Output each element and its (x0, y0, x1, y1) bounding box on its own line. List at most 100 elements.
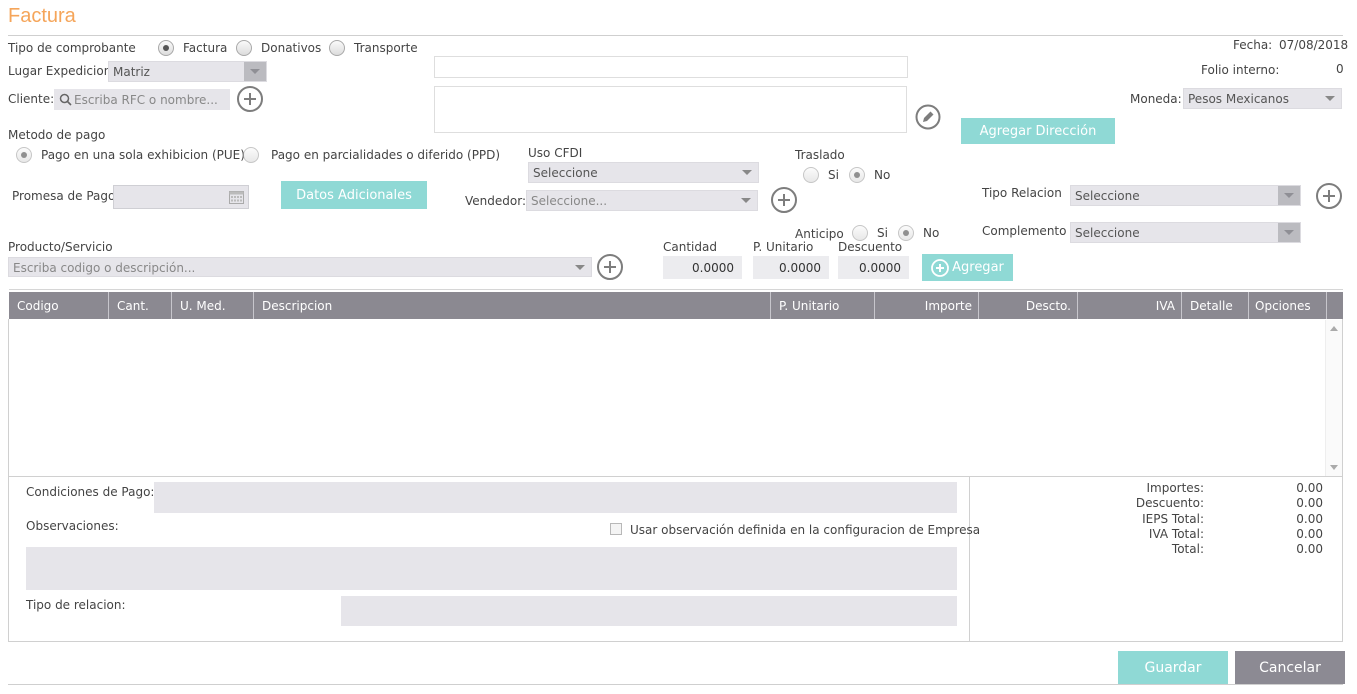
tipo-de-relacion-label: Tipo de relacion: (26, 598, 126, 612)
promesa-pago-date-input[interactable] (113, 185, 249, 209)
tipo-comprobante-label: Tipo de comprobante (8, 41, 136, 55)
vendedor-select[interactable]: Seleccione... (526, 190, 758, 211)
col-descripcion[interactable]: Descripcion (254, 292, 771, 319)
add-tipo-relacion-button[interactable] (1316, 183, 1342, 209)
cancelar-button[interactable]: Cancelar (1235, 651, 1345, 684)
usar-observacion-checkbox[interactable] (610, 523, 622, 535)
vendedor-value: Seleccione... (531, 194, 608, 208)
agregar-direccion-button[interactable]: Agregar Dirección (961, 118, 1115, 144)
folio-label: Folio interno: (1201, 63, 1280, 77)
cliente-name-field[interactable] (434, 56, 908, 78)
total-label: Total: (1171, 542, 1204, 556)
chevron-down-icon (569, 258, 591, 276)
traslado-label: Traslado (795, 148, 845, 162)
col-cant[interactable]: Cant. (109, 292, 172, 319)
tipo-relacion-value: Seleccione (1075, 189, 1140, 203)
col-detalle[interactable]: Detalle (1182, 292, 1249, 319)
col-codigo[interactable]: Codigo (9, 292, 109, 319)
edit-icon[interactable] (915, 104, 941, 130)
radio-pue[interactable] (16, 147, 32, 163)
radio-transporte[interactable] (329, 40, 345, 56)
p-unitario-input[interactable]: 0.0000 (753, 256, 829, 279)
radio-donativos-label: Donativos (261, 41, 322, 55)
radio-transporte-label: Transporte (354, 41, 418, 55)
radio-ppd[interactable] (243, 147, 259, 163)
chevron-down-icon (1278, 186, 1300, 205)
folio-value: 0 (1336, 62, 1344, 76)
descuento-label: Descuento (838, 240, 903, 254)
cliente-address-field[interactable] (434, 86, 907, 133)
chevron-down-icon (244, 62, 266, 81)
descuento-total-value: 0.00 (1296, 496, 1323, 510)
moneda-label: Moneda: (1130, 92, 1182, 106)
cantidad-label: Cantidad (663, 240, 717, 254)
radio-traslado-no[interactable] (849, 167, 865, 183)
calendar-icon[interactable] (229, 190, 244, 207)
table-scrollbar[interactable] (1325, 320, 1342, 476)
cliente-search-input[interactable]: Escriba RFC o nombre... (54, 89, 230, 110)
ieps-total-label: IEPS Total: (1142, 512, 1204, 526)
col-u-med[interactable]: U. Med. (172, 292, 254, 319)
cantidad-input[interactable]: 0.0000 (663, 256, 742, 279)
table-header: Codigo Cant. U. Med. Descripcion P. Unit… (9, 292, 1343, 319)
col-opciones[interactable]: Opciones (1249, 292, 1327, 319)
col-descto[interactable]: Descto. (979, 292, 1078, 319)
lugar-expedicion-value: Matriz (113, 65, 150, 79)
metodo-pago-label: Metodo de pago (8, 128, 106, 142)
chevron-down-icon (736, 163, 758, 182)
iva-total-label: IVA Total: (1148, 527, 1204, 541)
complemento-select[interactable]: Seleccione (1070, 222, 1301, 243)
ieps-total-value: 0.00 (1296, 512, 1323, 526)
col-iva[interactable]: IVA (1078, 292, 1182, 319)
p-unitario-label: P. Unitario (753, 240, 814, 254)
tipo-de-relacion-input[interactable] (341, 596, 957, 626)
radio-traslado-si-label: Si (828, 168, 839, 182)
descuento-total-label: Descuento: (1135, 496, 1204, 510)
scroll-down-icon[interactable] (1330, 465, 1338, 470)
agregar-button[interactable]: Agregar (922, 254, 1013, 281)
radio-factura-label: Factura (183, 41, 228, 55)
tipo-relacion-select[interactable]: Seleccione (1070, 185, 1301, 206)
vendedor-label: Vendedor: (465, 194, 526, 208)
moneda-select[interactable]: Pesos Mexicanos (1183, 88, 1342, 109)
add-cliente-button[interactable] (237, 86, 263, 112)
footer-divider (969, 477, 970, 641)
cliente-search-placeholder: Escriba RFC o nombre... (74, 93, 218, 107)
add-vendedor-button[interactable] (771, 187, 797, 213)
condiciones-pago-label: Condiciones de Pago: (26, 485, 155, 499)
radio-anticipo-si[interactable] (852, 225, 868, 241)
cliente-label: Cliente: (8, 92, 55, 106)
scroll-up-icon[interactable] (1330, 326, 1338, 331)
tipo-relacion-label: Tipo Relacion (982, 186, 1062, 200)
usar-observacion-label: Usar observación definida en la configur… (630, 523, 981, 537)
fecha-value: 07/08/2018 (1279, 38, 1349, 52)
complemento-label: Complemento (982, 224, 1067, 238)
radio-factura[interactable] (158, 40, 174, 56)
radio-traslado-si[interactable] (803, 167, 819, 183)
importes-value: 0.00 (1296, 481, 1323, 495)
lugar-expedicion-select[interactable]: Matriz (108, 61, 267, 82)
descuento-input[interactable]: 0.0000 (838, 256, 909, 279)
radio-donativos[interactable] (236, 40, 252, 56)
guardar-button[interactable]: Guardar (1118, 651, 1228, 684)
page-title: Factura (8, 5, 76, 27)
title-divider (8, 35, 1343, 36)
complemento-value: Seleccione (1075, 226, 1140, 240)
plus-circle-icon (931, 258, 950, 277)
condiciones-pago-input[interactable] (154, 482, 957, 513)
anticipo-label: Anticipo (795, 227, 844, 241)
radio-anticipo-no-label: No (923, 226, 940, 240)
total-value: 0.00 (1296, 542, 1323, 556)
datos-adicionales-button[interactable]: Datos Adicionales (281, 181, 427, 209)
uso-cfdi-value: Seleccione (533, 166, 598, 180)
producto-select[interactable]: Escriba codigo o descripción... (8, 257, 592, 277)
col-p-unitario[interactable]: P. Unitario (771, 292, 875, 319)
add-producto-button[interactable] (597, 254, 623, 280)
uso-cfdi-select[interactable]: Seleccione (528, 162, 759, 183)
chevron-down-icon (1278, 223, 1300, 242)
radio-anticipo-no[interactable] (898, 225, 914, 241)
table-divider (9, 289, 1343, 290)
col-importe[interactable]: Importe (875, 292, 979, 319)
observaciones-input[interactable] (26, 547, 957, 590)
importes-label: Importes: (1146, 481, 1204, 495)
